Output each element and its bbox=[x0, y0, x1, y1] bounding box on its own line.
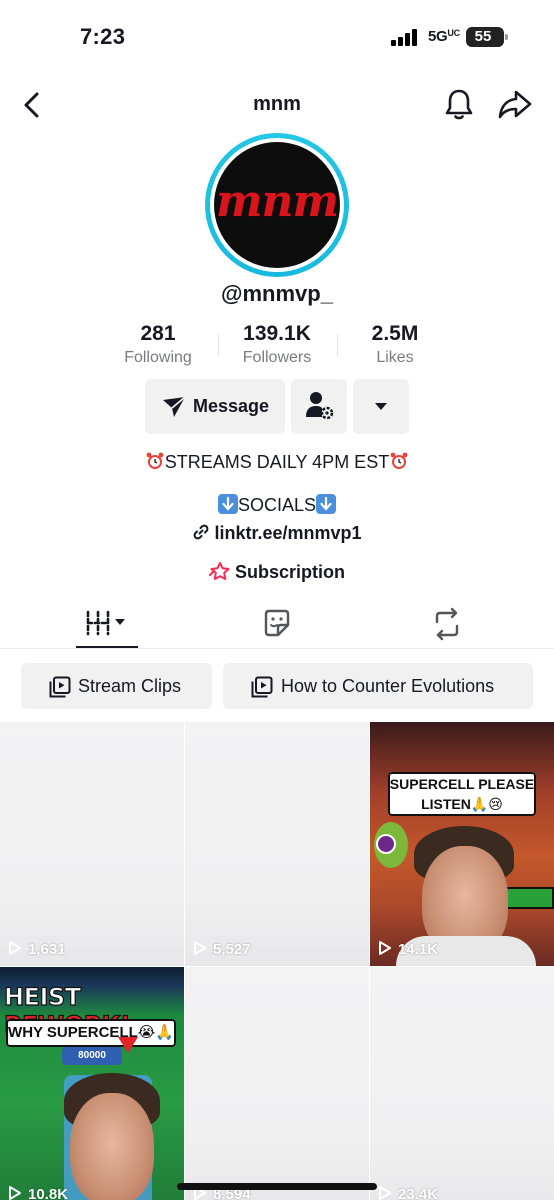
bio-line-streams: STREAMS DAILY 4PM EST bbox=[0, 451, 554, 473]
avatar-logo-text: mnm bbox=[215, 176, 339, 227]
stat-divider bbox=[337, 334, 338, 356]
subscription-link[interactable]: Subscription bbox=[0, 561, 554, 583]
playlist-counter-evolutions[interactable]: How to Counter Evolutions bbox=[223, 663, 533, 709]
view-count: 14.1K bbox=[378, 940, 438, 958]
alarm-clock-icon bbox=[146, 452, 164, 469]
status-time: 7:23 bbox=[80, 24, 126, 49]
playlist-label: Stream Clips bbox=[78, 676, 182, 696]
likes-count: 2.5M bbox=[371, 322, 419, 345]
game-next-button bbox=[502, 887, 554, 909]
down-arrow-icon bbox=[217, 494, 238, 514]
play-icon bbox=[379, 1186, 391, 1200]
repost-icon bbox=[435, 607, 459, 641]
likes-label: Likes bbox=[376, 349, 414, 366]
friend-settings-button[interactable] bbox=[291, 379, 347, 434]
chevron-left-icon bbox=[24, 92, 39, 118]
following-label: Following bbox=[124, 349, 192, 366]
playlist-icon bbox=[49, 676, 71, 698]
stat-followers[interactable]: 139.1K Followers bbox=[226, 322, 328, 367]
play-icon bbox=[194, 941, 206, 955]
video-thumbnail[interactable]: HEIST REWORK! WHY SUPERCELL😭🙏 80000 10.8… bbox=[0, 967, 184, 1200]
profile-link[interactable]: linktr.ee/mnmvp1 bbox=[0, 523, 554, 544]
bio-socials-text: SOCIALS bbox=[237, 495, 317, 515]
person-gear-icon bbox=[306, 392, 334, 420]
subscription-star-icon bbox=[208, 562, 230, 580]
bell-icon bbox=[445, 89, 473, 120]
followers-count: 139.1K bbox=[243, 322, 311, 345]
red-arrow-icon bbox=[118, 1037, 138, 1053]
avatar-live-ring[interactable]: mnm bbox=[205, 133, 349, 277]
stat-following[interactable]: 281 Following bbox=[112, 322, 204, 367]
playlist-stream-clips[interactable]: Stream Clips bbox=[21, 663, 212, 709]
link-icon bbox=[194, 524, 209, 540]
status-bar: 7:23 5GUC 55 bbox=[0, 0, 554, 72]
play-icon bbox=[9, 1186, 21, 1200]
video-thumbnail[interactable]: 8,594 bbox=[185, 967, 369, 1200]
score-bar: 80000 bbox=[62, 1047, 122, 1065]
bio-line-socials: SOCIALS bbox=[0, 494, 554, 516]
video-thumbnail[interactable]: 23.4K bbox=[370, 967, 554, 1200]
message-label: Message bbox=[193, 396, 270, 416]
notifications-button[interactable] bbox=[442, 86, 476, 122]
username: @mnmvp_ bbox=[221, 281, 333, 306]
following-count: 281 bbox=[140, 322, 176, 345]
more-options-button[interactable] bbox=[353, 379, 409, 434]
view-count: 1,631 bbox=[8, 940, 66, 958]
playlist-icon bbox=[251, 676, 273, 698]
send-icon bbox=[163, 396, 186, 417]
sticker-icon bbox=[264, 609, 290, 637]
game-badge bbox=[376, 834, 396, 854]
stat-divider bbox=[218, 334, 219, 356]
down-arrow-icon bbox=[316, 494, 337, 514]
view-count: 10.8K bbox=[8, 1185, 68, 1200]
video-caption: SUPERCELL PLEASE LISTEN🙏😢 bbox=[388, 772, 536, 816]
home-indicator[interactable] bbox=[177, 1183, 377, 1190]
video-caption: WHY SUPERCELL😭🙏 bbox=[6, 1019, 176, 1047]
video-thumbnail[interactable]: 1,631 bbox=[0, 722, 184, 966]
signal-icon bbox=[391, 28, 421, 46]
bio-streams-text: STREAMS DAILY 4PM EST bbox=[164, 452, 390, 472]
stat-likes[interactable]: 2.5M Likes bbox=[350, 322, 440, 367]
video-thumbnail[interactable]: SUPERCELL PLEASE LISTEN🙏😢 14.1K bbox=[370, 722, 554, 966]
network-type: 5GUC bbox=[428, 28, 460, 45]
playlist-label: How to Counter Evolutions bbox=[281, 676, 495, 696]
chevron-down-icon bbox=[375, 403, 387, 410]
videos-grid-icon bbox=[86, 610, 125, 636]
subscription-text: Subscription bbox=[234, 562, 345, 582]
video-thumbnail[interactable]: 5,527 bbox=[185, 722, 369, 966]
profile-link-text: linktr.ee/mnmvp1 bbox=[214, 523, 362, 543]
share-button[interactable] bbox=[496, 86, 534, 122]
person-face bbox=[70, 1093, 154, 1200]
battery-icon: 55 bbox=[466, 27, 508, 47]
battery-level: 55 bbox=[474, 28, 492, 45]
play-icon bbox=[9, 941, 21, 955]
tab-videos[interactable] bbox=[76, 600, 138, 648]
view-count: 23.4K bbox=[378, 1185, 438, 1200]
tab-reposts[interactable] bbox=[422, 600, 472, 648]
message-button[interactable]: Message bbox=[145, 379, 285, 434]
view-count: 5,527 bbox=[193, 940, 251, 958]
avatar: mnm bbox=[214, 142, 340, 268]
alarm-clock-icon bbox=[390, 452, 408, 469]
followers-label: Followers bbox=[242, 349, 312, 366]
share-arrow-icon bbox=[498, 90, 532, 119]
back-button[interactable] bbox=[18, 88, 48, 122]
divider bbox=[0, 648, 554, 649]
play-icon bbox=[379, 941, 391, 955]
tab-favorites[interactable] bbox=[252, 600, 302, 648]
